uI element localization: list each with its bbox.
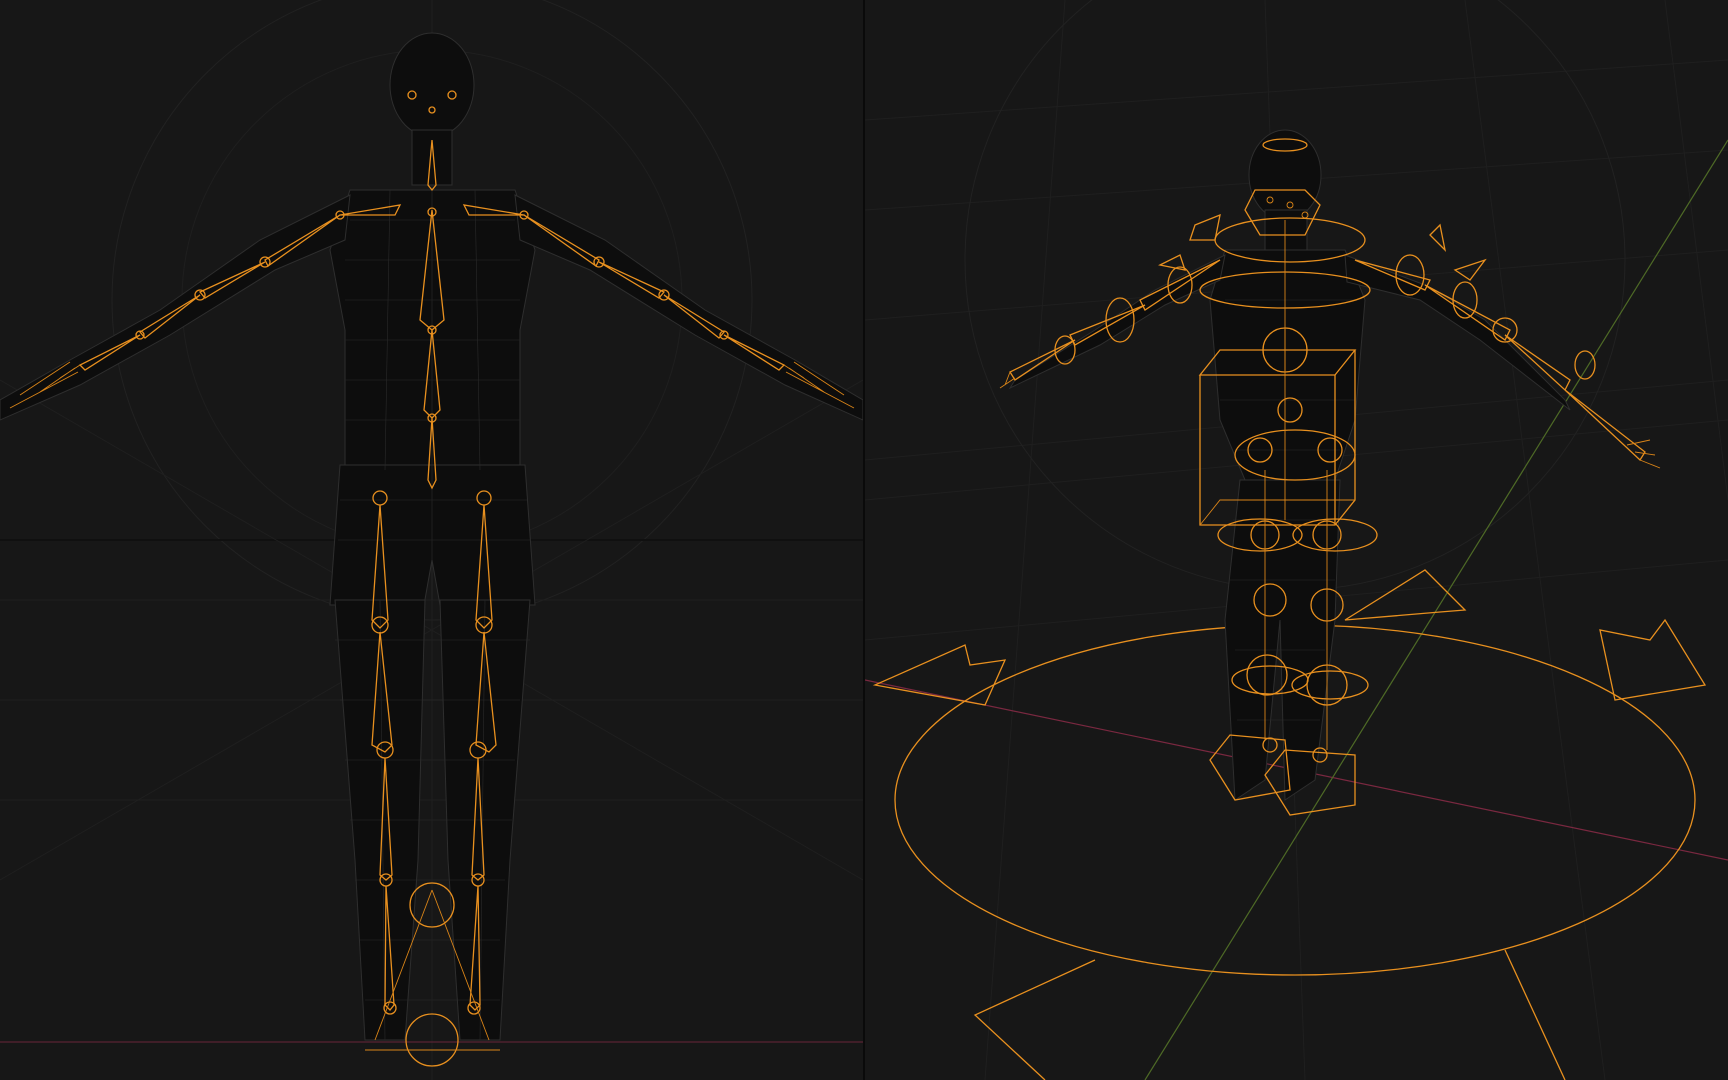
perspective-view-canvas (865, 0, 1728, 1080)
blender-viewports (0, 0, 1728, 1080)
perspective-viewport[interactable] (865, 0, 1728, 1080)
character-mesh-perspective[interactable] (1008, 129, 1571, 801)
front-orthographic-viewport[interactable] (0, 0, 863, 1080)
front-view-canvas (0, 0, 863, 1080)
